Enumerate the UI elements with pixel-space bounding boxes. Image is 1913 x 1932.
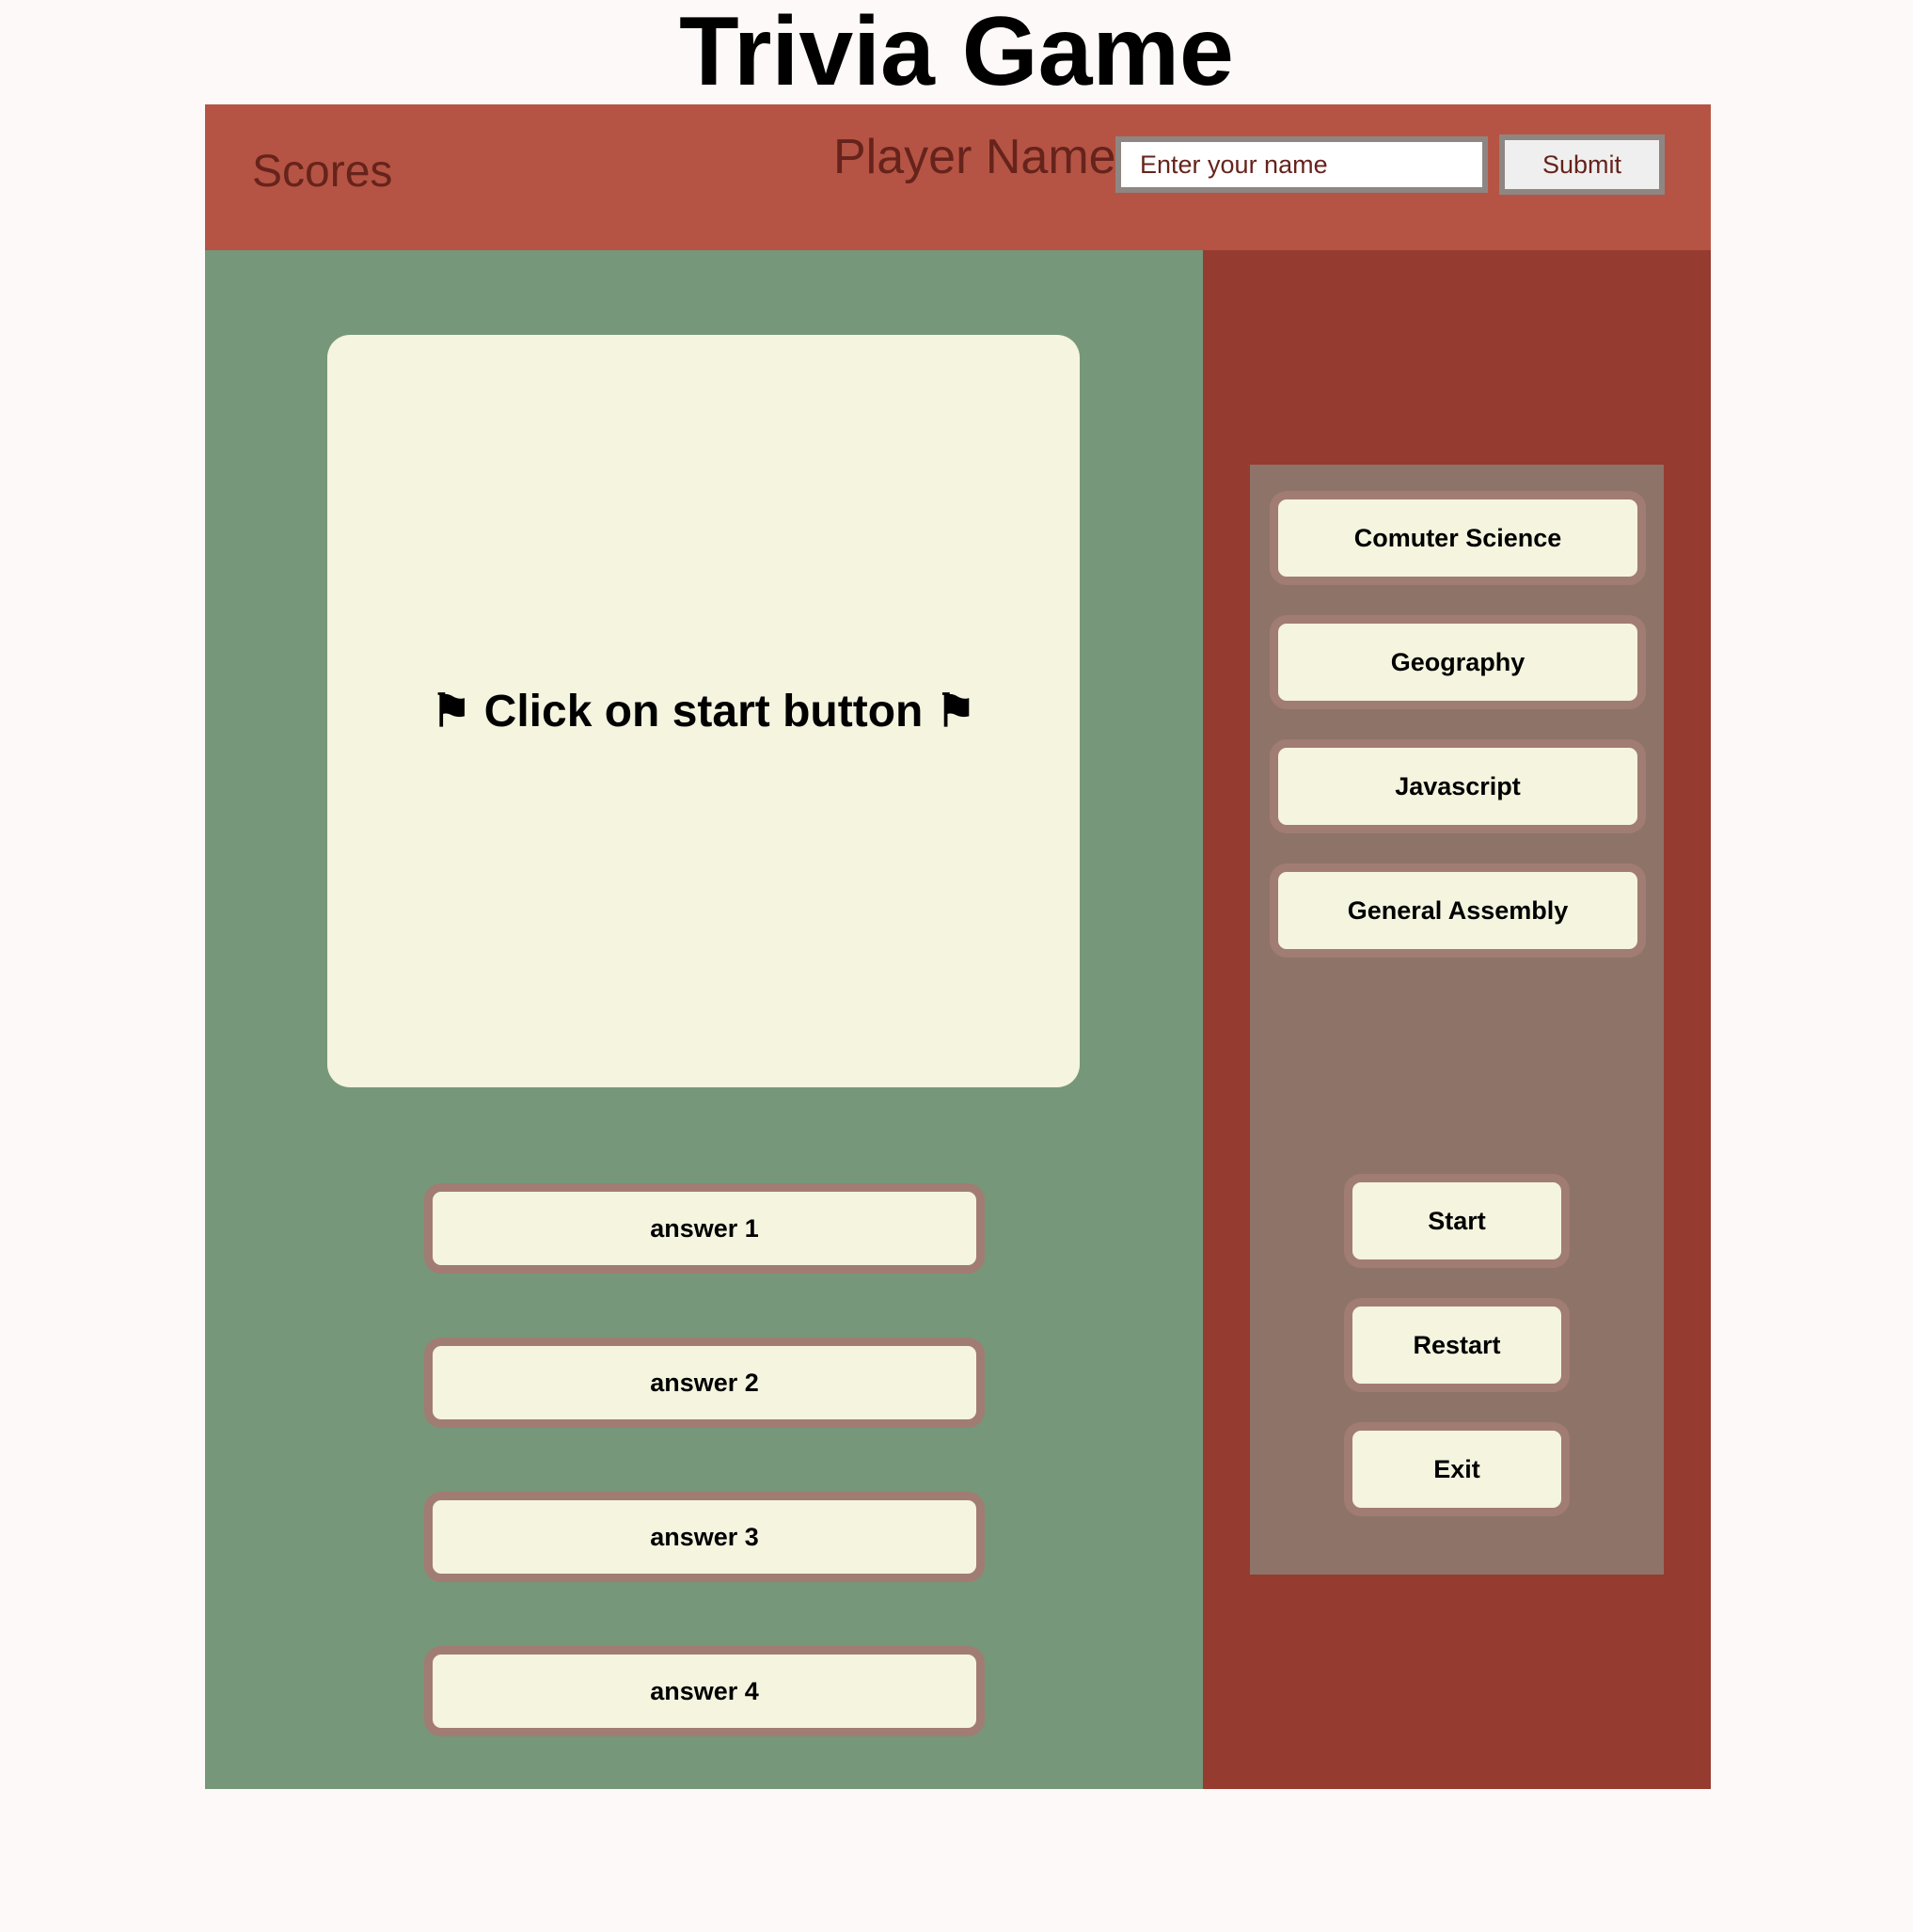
category-computer-science-button[interactable]: Comuter Science [1270,491,1646,585]
page-title: Trivia Game [679,0,1234,106]
category-general-assembly-button[interactable]: General Assembly [1270,863,1646,958]
category-javascript-button[interactable]: Javascript [1270,739,1646,833]
header-bar: Scores Player Name: Submit [205,104,1711,250]
answer-button-1[interactable]: answer 1 [424,1183,985,1274]
answer-button-3[interactable]: answer 3 [424,1492,985,1582]
submit-button[interactable]: Submit [1499,135,1665,195]
answer-button-2[interactable]: answer 2 [424,1338,985,1428]
question-text: ⚑ Click on start button ⚑ [431,687,976,736]
game-area: ⚑ Click on start button ⚑ answer 1 answe… [205,250,1203,1789]
player-name-label: Player Name: [833,130,1130,184]
sidebar: Comuter Science Geography Javascript Gen… [1203,250,1711,1789]
exit-button[interactable]: Exit [1344,1422,1570,1516]
start-button[interactable]: Start [1344,1174,1570,1268]
answer-button-4[interactable]: answer 4 [424,1646,985,1736]
player-name-input[interactable] [1115,136,1488,193]
restart-button[interactable]: Restart [1344,1298,1570,1392]
scores-link[interactable]: Scores [252,150,392,195]
category-geography-button[interactable]: Geography [1270,615,1646,709]
category-panel: Comuter Science Geography Javascript Gen… [1250,465,1664,1575]
question-box: ⚑ Click on start button ⚑ [327,335,1080,1087]
